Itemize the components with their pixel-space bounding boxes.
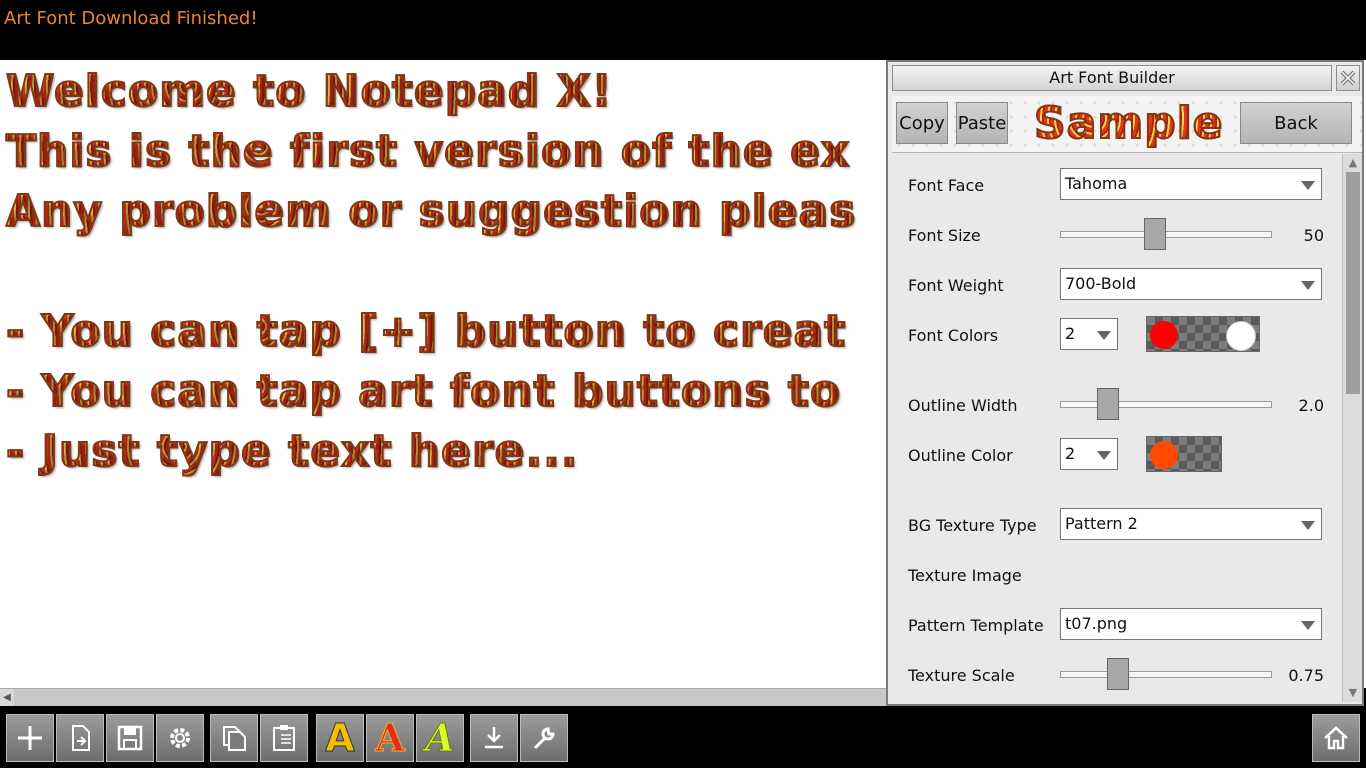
paste-button[interactable] (260, 714, 308, 762)
outline-color-count-select[interactable]: 2 (1060, 438, 1118, 470)
scroll-up-icon[interactable]: ▲ (1345, 156, 1361, 170)
copy-button[interactable] (210, 714, 258, 762)
scroll-left-icon[interactable]: ◀ (0, 689, 14, 707)
art-font-a-icon: A (325, 716, 355, 760)
font-face-select[interactable]: Tahoma (1060, 168, 1322, 200)
font-colors-count-select[interactable]: 2 (1060, 318, 1118, 350)
paste-style-button[interactable]: Paste (956, 102, 1008, 144)
status-message: Art Font Download Finished! (4, 8, 258, 29)
font-colors-count: 2 (1065, 324, 1076, 343)
outline-width-label: Outline Width (908, 396, 1018, 415)
art-font-a-red-icon: A (375, 715, 406, 760)
font-colors-label: Font Colors (908, 326, 999, 345)
wrench-icon (533, 727, 555, 750)
font-face-value: Tahoma (1065, 174, 1128, 193)
outline-width-slider[interactable] (1060, 401, 1272, 408)
bg-texture-type-select[interactable]: Pattern 2 (1060, 508, 1322, 540)
font-size-slider[interactable] (1060, 231, 1272, 238)
bg-texture-type-value: Pattern 2 (1065, 514, 1138, 533)
editor-line[interactable]: Welcome to Notepad X! (5, 65, 613, 118)
outline-color-swatch-1[interactable] (1150, 441, 1178, 469)
tools-button[interactable] (520, 714, 568, 762)
font-color-swatch-2[interactable] (1226, 321, 1256, 351)
editor-line[interactable]: Any problem or suggestion pleas (5, 185, 856, 238)
vertical-scrollbar[interactable]: ▲ ▼ (1342, 154, 1362, 702)
close-button[interactable] (1336, 65, 1360, 91)
font-weight-select[interactable]: 700-Bold (1060, 268, 1322, 300)
art-font-a-italic-icon: A (425, 715, 456, 760)
home-button[interactable] (1312, 714, 1360, 762)
chevron-down-icon (1097, 451, 1111, 460)
copy-style-button[interactable]: Copy (896, 102, 948, 144)
chevron-down-icon (1301, 181, 1315, 190)
settings-button[interactable] (156, 714, 204, 762)
editor-line[interactable]: - You can tap [+] button to creat (5, 305, 846, 358)
outline-width-slider-thumb[interactable] (1097, 388, 1119, 420)
pattern-template-label: Pattern Template (908, 616, 1044, 635)
home-icon (1324, 726, 1348, 750)
panel-title: Art Font Builder (892, 65, 1332, 91)
font-face-label: Font Face (908, 176, 985, 195)
chevron-down-icon (1301, 621, 1315, 630)
download-icon (485, 727, 503, 749)
sample-text: Sample (1033, 97, 1224, 150)
editor-line[interactable]: - You can tap art font buttons to (5, 365, 841, 418)
close-icon (1340, 70, 1356, 86)
art-font-red-button[interactable]: A (366, 714, 414, 762)
font-weight-label: Font Weight (908, 276, 1004, 295)
font-color-swatch-1[interactable] (1150, 321, 1178, 349)
texture-image-label: Texture Image (908, 566, 1022, 585)
back-button[interactable]: Back (1240, 102, 1352, 144)
save-button[interactable] (106, 714, 154, 762)
outline-width-value: 2.0 (1298, 396, 1324, 415)
new-button[interactable] (6, 714, 54, 762)
outline-color-swatches (1146, 436, 1222, 472)
scrollbar-thumb[interactable] (1346, 172, 1360, 394)
bg-texture-type-label: BG Texture Type (908, 516, 1037, 535)
bottom-toolbar: A A A (0, 706, 1366, 768)
font-colors-swatches (1146, 316, 1260, 352)
font-size-slider-thumb[interactable] (1144, 218, 1166, 250)
copy-icon (223, 726, 246, 751)
outline-color-label: Outline Color (908, 446, 1013, 465)
texture-scale-label: Texture Scale (908, 666, 1015, 685)
horizontal-scrollbar[interactable]: ◀ (0, 688, 912, 707)
paste-icon (273, 725, 295, 751)
pattern-template-select[interactable]: t07.png (1060, 608, 1322, 640)
open-file-icon (72, 725, 90, 751)
outline-color-count: 2 (1065, 444, 1076, 463)
texture-scale-value: 0.75 (1288, 666, 1324, 685)
chevron-down-icon (1097, 331, 1111, 340)
art-font-italic-button[interactable]: A (416, 714, 464, 762)
save-icon (117, 725, 143, 751)
status-bar: Art Font Download Finished! (0, 0, 1366, 60)
download-button[interactable] (470, 714, 518, 762)
art-font-builder-panel: Art Font Builder Copy Paste Sample Back … (886, 60, 1364, 706)
chevron-down-icon (1301, 521, 1315, 530)
sample-preview-area: Copy Paste Sample Back (892, 96, 1362, 153)
settings-list: Font Face Tahoma Font Size 50 Font Weigh… (892, 154, 1342, 702)
texture-scale-slider-thumb[interactable] (1107, 658, 1129, 690)
pattern-template-value: t07.png (1065, 614, 1128, 633)
settings-gear-icon (170, 728, 190, 748)
chevron-down-icon (1301, 281, 1315, 290)
font-size-value: 50 (1303, 226, 1324, 245)
editor-line[interactable]: This is the first version of the ex (5, 125, 850, 178)
editor-line[interactable]: - Just type text here... (5, 425, 579, 478)
font-weight-value: 700-Bold (1065, 274, 1137, 293)
scroll-down-icon[interactable]: ▼ (1345, 686, 1361, 700)
open-button[interactable] (56, 714, 104, 762)
art-font-button[interactable]: A (316, 714, 364, 762)
font-size-label: Font Size (908, 226, 981, 245)
new-icon (18, 726, 42, 750)
texture-scale-slider[interactable] (1060, 671, 1272, 678)
